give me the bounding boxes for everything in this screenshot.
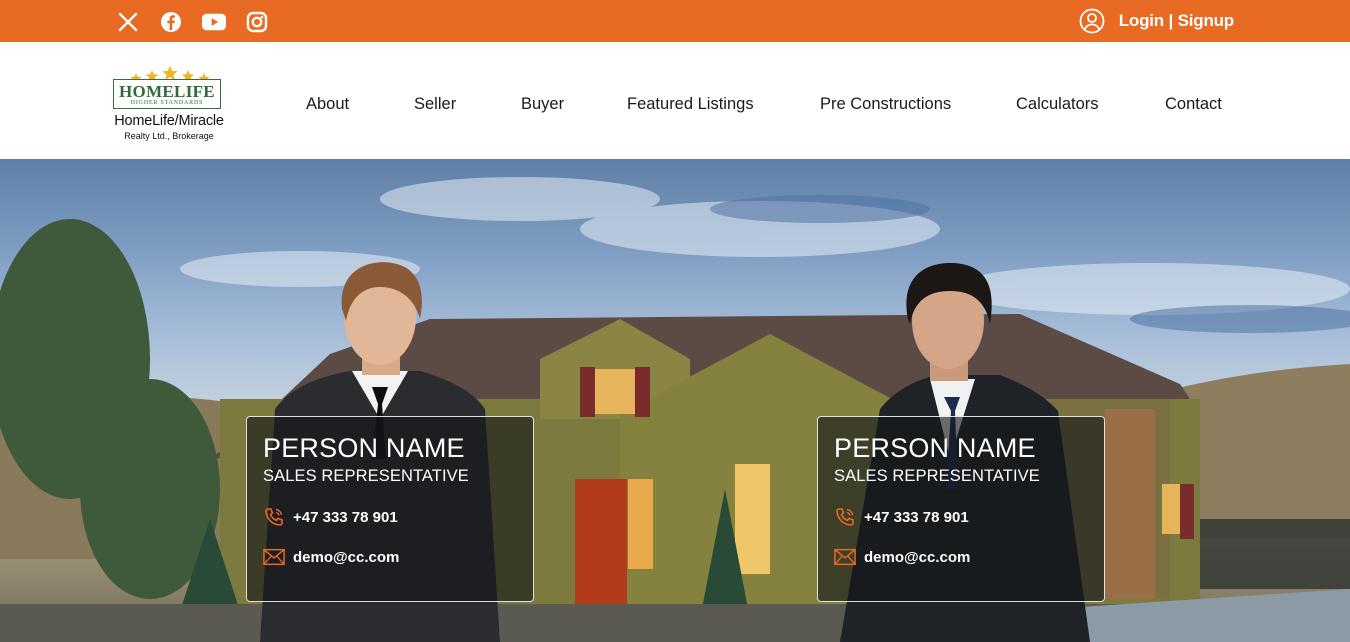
login-signup-link[interactable]: Login | Signup bbox=[1079, 8, 1234, 34]
agent-name: PERSON NAME bbox=[263, 433, 465, 463]
nav-item-featured-listings[interactable]: Featured Listings bbox=[627, 95, 754, 114]
instagram-icon[interactable] bbox=[245, 10, 269, 34]
main-header: HOMELIFE HIGHER STANDARDS HomeLife/Mirac… bbox=[0, 42, 1350, 159]
house-background-image bbox=[0, 177, 1350, 642]
youtube-icon[interactable] bbox=[202, 10, 226, 34]
logo-brokerage-name: HomeLife/Miracle bbox=[114, 113, 224, 129]
top-bar: Login | Signup bbox=[0, 0, 1350, 42]
logo-tagline: HIGHER STANDARDS bbox=[130, 100, 204, 106]
facebook-icon[interactable] bbox=[159, 10, 183, 34]
agent-email: demo@cc.com bbox=[864, 548, 971, 566]
social-links bbox=[116, 10, 269, 34]
phone-icon bbox=[263, 507, 285, 527]
agent-phone: +47 333 78 901 bbox=[864, 508, 969, 526]
nav-item-buyer[interactable]: Buyer bbox=[521, 95, 564, 114]
user-icon bbox=[1079, 8, 1105, 34]
agent-role: SALES REPRESENTATIVE bbox=[263, 467, 469, 485]
agent-card-2: PERSON NAME SALES REPRESENTATIVE +47 333… bbox=[817, 416, 1105, 602]
agent-email-link[interactable]: demo@cc.com bbox=[263, 547, 399, 567]
agent-phone-link[interactable]: +47 333 78 901 bbox=[834, 507, 969, 527]
phone-icon bbox=[834, 507, 856, 527]
brokerage-logo[interactable]: HOMELIFE HIGHER STANDARDS HomeLife/Mirac… bbox=[106, 66, 232, 144]
logo-brokerage-sub: Realty Ltd., Brokerage bbox=[124, 131, 214, 141]
nav-item-seller[interactable]: Seller bbox=[414, 95, 456, 114]
nav-item-pre-constructions[interactable]: Pre Constructions bbox=[820, 95, 951, 114]
hero-banner: PERSON NAME SALES REPRESENTATIVE +47 333… bbox=[0, 159, 1350, 642]
agent-card-1: PERSON NAME SALES REPRESENTATIVE +47 333… bbox=[246, 416, 534, 602]
nav-item-calculators[interactable]: Calculators bbox=[1016, 95, 1099, 114]
x-twitter-icon[interactable] bbox=[116, 10, 140, 34]
agent-name: PERSON NAME bbox=[834, 433, 1036, 463]
mail-icon bbox=[263, 547, 285, 567]
login-signup-label: Login | Signup bbox=[1118, 11, 1234, 30]
agent-email: demo@cc.com bbox=[293, 548, 400, 566]
agent-role: SALES REPRESENTATIVE bbox=[834, 467, 1040, 485]
agent-phone-link[interactable]: +47 333 78 901 bbox=[263, 507, 398, 527]
nav-item-contact[interactable]: Contact bbox=[1165, 95, 1222, 114]
nav-item-about[interactable]: About bbox=[306, 95, 349, 114]
agent-email-link[interactable]: demo@cc.com bbox=[834, 547, 970, 567]
mail-icon bbox=[834, 547, 856, 567]
logo-brand: HOMELIFE bbox=[119, 82, 215, 101]
agent-phone: +47 333 78 901 bbox=[293, 508, 398, 526]
logo-badge: HOMELIFE HIGHER STANDARDS bbox=[113, 79, 221, 109]
